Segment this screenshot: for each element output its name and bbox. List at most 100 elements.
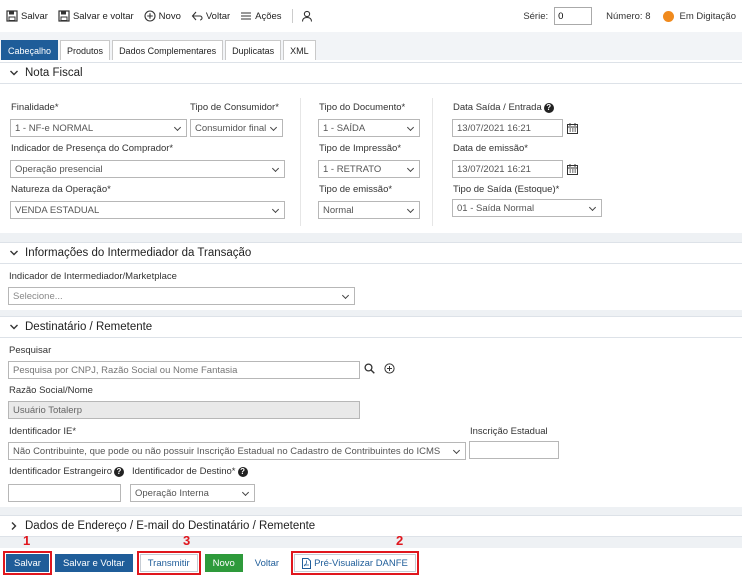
finalidade-value: 1 - NF-e NORMAL xyxy=(15,122,94,134)
tipo-documento-select[interactable]: 1 - SAÍDA xyxy=(318,119,420,137)
menu-icon xyxy=(241,12,252,20)
voltar-button[interactable]: Voltar xyxy=(191,10,230,22)
transmitir-button[interactable]: Transmitir xyxy=(136,551,201,575)
tab-bar: Cabeçalho Produtos Dados Complementares … xyxy=(0,40,316,60)
ident-destino-label-text: Identificador de Destino* xyxy=(132,466,236,477)
search-icon[interactable] xyxy=(364,363,375,374)
annotation-number: 1 xyxy=(23,533,31,548)
tab-xml[interactable]: XML xyxy=(283,40,316,60)
tab-produtos[interactable]: Produtos xyxy=(60,40,111,60)
save-icon xyxy=(58,10,70,22)
status-badge: Em Digitação xyxy=(679,10,737,22)
indicador-presenca-label: Indicador de Presença do Comprador* xyxy=(11,143,174,154)
calendar-icon[interactable] xyxy=(567,123,578,134)
indicador-presenca-select[interactable]: Operação presencial xyxy=(10,160,285,178)
status-dot-icon xyxy=(662,10,674,22)
bottom-salvar-button[interactable]: Salvar xyxy=(3,551,52,575)
help-icon[interactable]: ? xyxy=(237,466,248,477)
ident-destino-value: Operação Interna xyxy=(135,487,209,499)
toolbar-divider xyxy=(291,9,293,23)
intermediador-label: Indicador de Intermediador/Marketplace xyxy=(9,271,177,282)
data-saida-value: 13/07/2021 16:21 xyxy=(457,122,531,134)
tipo-emissao-value: Normal xyxy=(323,204,354,216)
tipo-impressao-label: Tipo de Impressão* xyxy=(319,143,402,154)
data-emissao-input[interactable]: 13/07/2021 16:21 xyxy=(452,160,563,178)
finalidade-select[interactable]: 1 - NF-e NORMAL xyxy=(10,119,187,137)
tipo-consumidor-label: Tipo de Consumidor* xyxy=(190,102,279,113)
ident-destino-select[interactable]: Operação Interna xyxy=(130,484,255,502)
novo-button[interactable]: Novo xyxy=(144,10,181,22)
data-emissao-value: 13/07/2021 16:21 xyxy=(457,163,531,175)
ident-ie-value: Não Contribuinte, que pode ou não possui… xyxy=(13,445,441,457)
calendar-icon[interactable] xyxy=(567,164,578,175)
pesquisar-label: Pesquisar xyxy=(9,345,52,356)
bottom-voltar-button[interactable]: Voltar xyxy=(246,554,288,572)
salvar-voltar-button[interactable]: Salvar e voltar xyxy=(58,10,134,22)
intermediador-placeholder: Selecione... xyxy=(13,290,63,302)
bottom-action-bar: Salvar Salvar e Voltar Transmitir Novo V… xyxy=(0,548,742,578)
indicador-presenca-value: Operação presencial xyxy=(15,163,103,175)
inscricao-input[interactable] xyxy=(469,441,559,459)
destinatario-title: Destinatário / Remetente xyxy=(25,321,153,333)
tab-dados-complementares[interactable]: Dados Complementares xyxy=(112,40,224,60)
bottom-novo-label: Novo xyxy=(212,557,235,569)
ident-estrangeiro-label-text: Identificador Estrangeiro xyxy=(9,466,112,477)
bottom-novo-button[interactable]: Novo xyxy=(204,554,243,572)
data-saida-input[interactable]: 13/07/2021 16:21 xyxy=(452,119,563,137)
ident-ie-label: Identificador IE* xyxy=(9,426,77,437)
chevron-down-icon xyxy=(10,250,18,256)
chevron-down-icon xyxy=(10,324,18,330)
serie-label: Série: xyxy=(523,10,549,22)
salvar-button[interactable]: Salvar xyxy=(6,10,48,22)
acoes-label: Ações xyxy=(255,10,282,22)
tab-cabecalho[interactable]: Cabeçalho xyxy=(1,40,59,60)
plus-circle-icon xyxy=(144,10,156,22)
column-divider xyxy=(432,98,433,226)
bottom-voltar-label: Voltar xyxy=(254,557,280,569)
acoes-button[interactable]: Ações xyxy=(240,10,282,22)
back-arrow-icon xyxy=(191,11,203,21)
chevron-right-icon xyxy=(11,522,17,530)
ident-estrangeiro-input[interactable] xyxy=(8,484,121,502)
data-saida-label: Data Saída / Entrada ? xyxy=(453,102,554,113)
help-icon[interactable]: ? xyxy=(543,102,554,113)
tipo-consumidor-select[interactable]: Consumidor final xyxy=(190,119,283,137)
serie-input[interactable] xyxy=(554,7,593,25)
natureza-select[interactable]: VENDA ESTADUAL xyxy=(10,201,285,219)
intermediador-header[interactable]: Informações do Intermediador da Transaçã… xyxy=(0,242,742,264)
salvar-label: Salvar xyxy=(21,10,48,22)
tipo-saida-value: 01 - Saída Normal xyxy=(457,202,535,214)
bottom-salvar-voltar-label: Salvar e Voltar xyxy=(62,557,125,569)
user-button[interactable] xyxy=(301,10,313,22)
transmitir-label: Transmitir xyxy=(147,557,190,569)
help-icon[interactable]: ? xyxy=(113,466,124,477)
tipo-saida-label: Tipo de Saída (Estoque)* xyxy=(453,184,560,195)
nota-fiscal-header[interactable]: Nota Fiscal xyxy=(0,62,742,84)
destinatario-header[interactable]: Destinatário / Remetente xyxy=(0,316,742,338)
plus-circle-icon[interactable] xyxy=(384,363,395,374)
endereco-header[interactable]: Dados de Endereço / E-mail do Destinatár… xyxy=(0,515,742,537)
tipo-consumidor-value: Consumidor final xyxy=(195,122,267,134)
bottom-salvar-label: Salvar xyxy=(14,557,41,569)
save-icon xyxy=(6,10,18,22)
novo-label: Novo xyxy=(158,10,181,22)
numero-label: Número: 8 xyxy=(606,10,651,22)
bottom-salvar-voltar-button[interactable]: Salvar e Voltar xyxy=(54,554,133,572)
ident-ie-select[interactable]: Não Contribuinte, que pode ou não possui… xyxy=(8,442,466,460)
pesquisar-input[interactable] xyxy=(8,361,360,379)
tipo-emissao-select[interactable]: Normal xyxy=(318,201,420,219)
tipo-saida-select[interactable]: 01 - Saída Normal xyxy=(452,199,602,217)
pdf-icon xyxy=(302,557,312,569)
razao-input: Usuário Totalerp xyxy=(8,401,360,419)
finalidade-label: Finalidade* xyxy=(11,102,59,113)
pre-visualizar-danfe-button[interactable]: Pré-Visualizar DANFE xyxy=(291,551,419,575)
tab-duplicatas[interactable]: Duplicatas xyxy=(225,40,282,60)
user-icon xyxy=(301,10,312,22)
section-spacer xyxy=(0,537,742,548)
intermediador-select[interactable]: Selecione... xyxy=(8,287,355,305)
intermediador-title: Informações do Intermediador da Transaçã… xyxy=(25,247,252,259)
form-content: Nota Fiscal Finalidade* 1 - NF-e NORMAL … xyxy=(0,60,742,548)
tipo-impressao-value: 1 - RETRATO xyxy=(323,163,382,175)
chevron-down-icon xyxy=(10,70,18,76)
tipo-impressao-select[interactable]: 1 - RETRATO xyxy=(318,160,420,178)
